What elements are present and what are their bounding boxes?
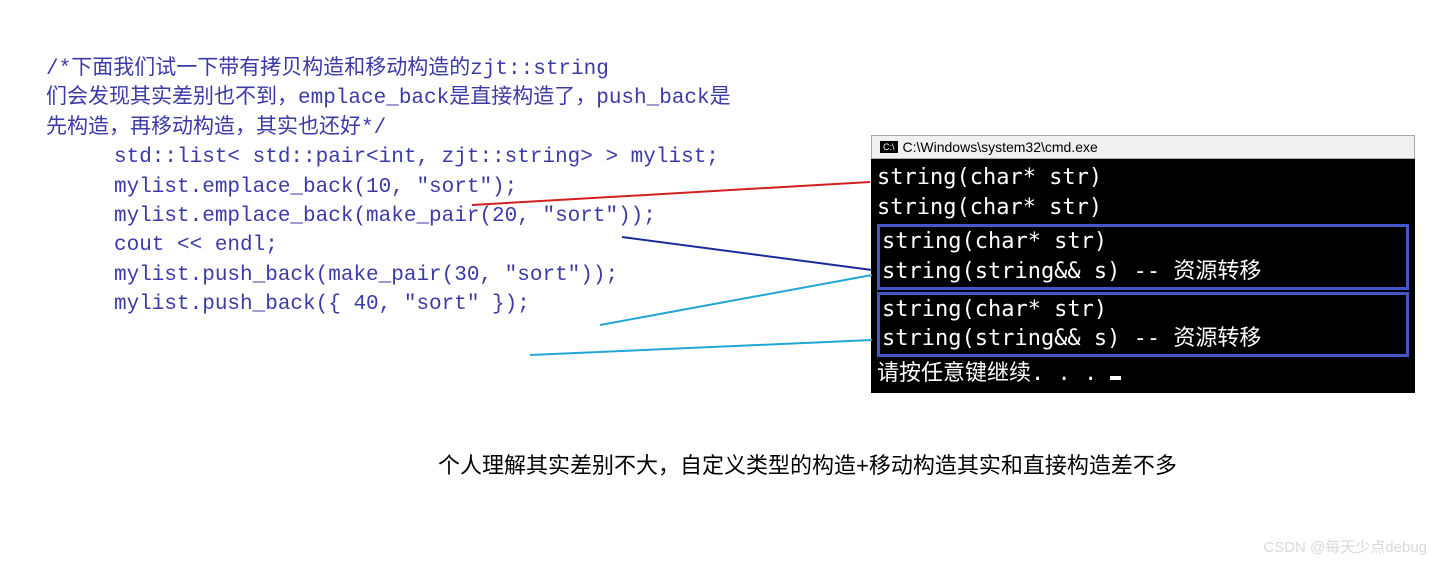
watermark-text: CSDN @每天少点debug: [1263, 536, 1427, 557]
prompt-text: 请按任意键继续. . .: [877, 361, 1110, 386]
code-line-4: cout << endl;: [46, 231, 731, 260]
output-group-1: string(char* str) string(string&& s) -- …: [877, 224, 1409, 289]
output-line-3b: string(string&& s) -- 资源转移: [882, 257, 1404, 287]
arrow-cyan-2: [530, 340, 872, 355]
comment-line-1: /*下面我们试一下带有拷贝构造和移动构造的zjt::string: [46, 55, 731, 84]
caption-text: 个人理解其实差别不大，自定义类型的构造+移动构造其实和直接构造差不多: [438, 448, 1177, 480]
output-line-3a: string(char* str): [882, 227, 1404, 257]
cmd-icon: C:\: [880, 141, 898, 153]
output-line-4a: string(char* str): [882, 295, 1404, 325]
code-line-6: mylist.push_back({ 40, "sort" });: [46, 290, 731, 319]
console-body: string(char* str) string(char* str) stri…: [871, 159, 1415, 393]
code-line-3: mylist.emplace_back(make_pair(20, "sort"…: [46, 202, 731, 231]
output-line-4b: string(string&& s) -- 资源转移: [882, 324, 1404, 354]
cursor: [1110, 376, 1121, 380]
console-window: C:\ C:\Windows\system32\cmd.exe string(c…: [871, 135, 1415, 393]
output-line-1: string(char* str): [877, 163, 1409, 193]
code-block: /*下面我们试一下带有拷贝构造和移动构造的zjt::string 们会发现其实差…: [46, 55, 731, 320]
code-line-2: mylist.emplace_back(10, "sort");: [46, 173, 731, 202]
code-line-5: mylist.push_back(make_pair(30, "sort"));: [46, 261, 731, 290]
console-title-text: C:\Windows\system32\cmd.exe: [903, 139, 1098, 155]
output-line-2: string(char* str): [877, 193, 1409, 223]
comment-line-3: 先构造，再移动构造，其实也还好*/: [46, 114, 731, 143]
code-line-1: std::list< std::pair<int, zjt::string> >…: [46, 143, 731, 172]
output-group-2: string(char* str) string(string&& s) -- …: [877, 292, 1409, 357]
comment-line-2: 们会发现其实差别也不到，emplace_back是直接构造了，push_back…: [46, 84, 731, 113]
output-line-5: 请按任意键继续. . .: [877, 359, 1409, 389]
console-titlebar: C:\ C:\Windows\system32\cmd.exe: [871, 135, 1415, 159]
